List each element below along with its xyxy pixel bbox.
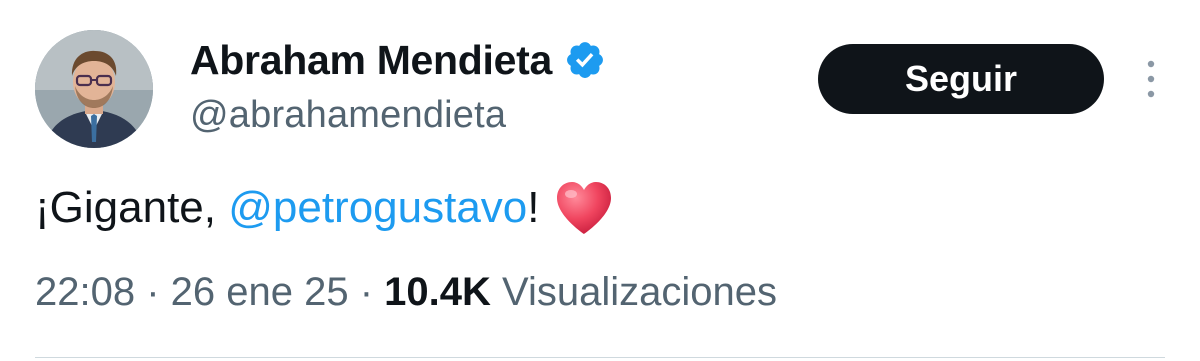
more-options-icon[interactable] <box>1140 58 1162 100</box>
author-display-name[interactable]: Abraham Mendieta <box>190 37 552 84</box>
verified-badge-icon <box>567 42 603 78</box>
follow-button[interactable]: Seguir <box>818 44 1104 114</box>
tweet-text-before: ¡Gigante, <box>35 183 229 232</box>
author-name-row: Abraham Mendieta <box>190 36 606 84</box>
avatar[interactable] <box>35 30 153 148</box>
tweet-card: Abraham Mendieta @abrahamendieta Seguir … <box>0 0 1200 361</box>
tweet-text-after: ! <box>527 183 540 232</box>
tweet-date[interactable]: 26 ene 25 <box>171 270 349 315</box>
tweet-time[interactable]: 22:08 <box>35 270 135 315</box>
divider <box>35 357 1165 358</box>
tweet-text: ¡Gigante, @petrogustavo! <box>35 180 614 236</box>
views-count: 10.4K <box>384 270 491 314</box>
red-heart-icon <box>556 182 611 234</box>
author-handle[interactable]: @abrahamendieta <box>190 94 506 137</box>
meta-separator: · <box>348 270 385 314</box>
mention-link[interactable]: @petrogustavo <box>228 183 527 233</box>
views-label: Visualizaciones <box>490 270 777 314</box>
tweet-meta: 22:08 · 26 ene 25 · 10.4K Visualizacione… <box>35 270 777 315</box>
avatar-image <box>35 30 153 148</box>
meta-separator: · <box>135 270 171 314</box>
